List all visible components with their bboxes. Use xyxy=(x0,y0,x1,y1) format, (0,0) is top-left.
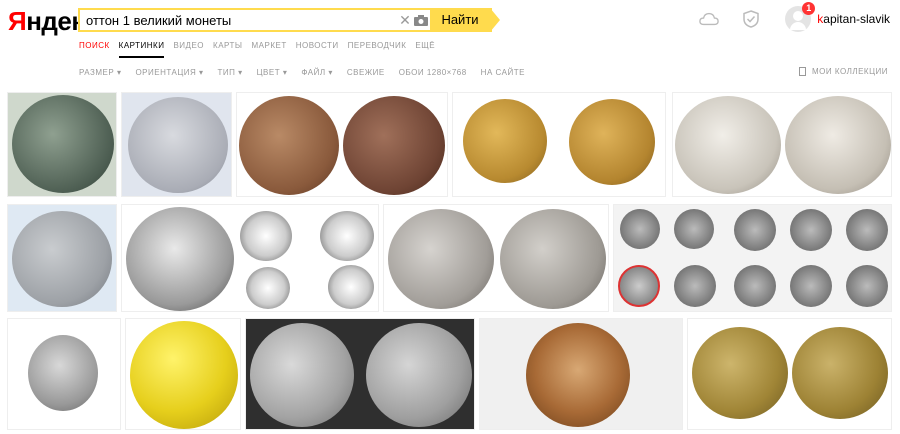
coin-image xyxy=(674,265,716,307)
coin-image xyxy=(734,265,776,307)
service-nav: ПОИСК КАРТИНКИ ВИДЕО КАРТЫ МАРКЕТ НОВОСТ… xyxy=(79,41,444,58)
image-result[interactable] xyxy=(121,204,379,312)
filter-file[interactable]: ФАЙЛ ▾ xyxy=(301,68,332,77)
filter-size[interactable]: РАЗМЕР ▾ xyxy=(79,68,121,77)
nav-search[interactable]: ПОИСК xyxy=(79,41,110,58)
coin-image xyxy=(250,323,354,427)
coin-image xyxy=(846,265,888,307)
camera-icon[interactable] xyxy=(412,10,430,30)
clear-icon[interactable]: ✕ xyxy=(398,10,412,30)
search-bar: оттон 1 великий монеты ✕ Найти xyxy=(78,8,500,32)
image-result[interactable] xyxy=(7,318,121,430)
image-result[interactable] xyxy=(672,92,892,197)
nav-news[interactable]: НОВОСТИ xyxy=(296,41,339,58)
coin-image xyxy=(500,209,606,309)
my-collections[interactable]: МОИ КОЛЛЕКЦИИ xyxy=(799,67,888,76)
coin-image xyxy=(240,211,292,261)
coin-image xyxy=(320,211,374,261)
image-result[interactable] xyxy=(236,92,448,197)
coin-image xyxy=(328,265,374,309)
image-result[interactable] xyxy=(383,204,609,312)
coin-image xyxy=(343,96,445,195)
coin-image xyxy=(388,209,494,309)
coin-image xyxy=(526,323,630,427)
weather-icon[interactable] xyxy=(699,9,720,29)
nav-translator[interactable]: ПЕРЕВОДЧИК xyxy=(348,41,407,58)
coin-image xyxy=(620,209,660,249)
image-result[interactable] xyxy=(7,204,117,312)
image-result[interactable] xyxy=(125,318,241,430)
search-input[interactable]: оттон 1 великий монеты xyxy=(80,10,398,30)
image-result[interactable] xyxy=(687,318,892,430)
image-result[interactable] xyxy=(245,318,475,430)
coin-image xyxy=(246,267,290,309)
image-result[interactable] xyxy=(7,92,117,197)
header-right: 1 kapitan-slavik xyxy=(677,2,890,32)
avatar[interactable]: 1 xyxy=(785,2,816,32)
image-result[interactable] xyxy=(613,204,892,312)
nav-images[interactable]: КАРТИНКИ xyxy=(118,41,165,58)
coin-image xyxy=(790,209,832,251)
coin-image xyxy=(128,97,228,193)
coin-image xyxy=(12,211,112,307)
filter-type[interactable]: ТИП ▾ xyxy=(218,68,243,77)
filter-color[interactable]: ЦВЕТ ▾ xyxy=(257,68,288,77)
image-result[interactable] xyxy=(452,92,666,197)
coin-image xyxy=(130,321,238,429)
username[interactable]: kapitan-slavik xyxy=(817,12,890,26)
image-result[interactable] xyxy=(479,318,683,430)
coin-image xyxy=(618,265,660,307)
bookmark-icon xyxy=(799,67,807,76)
nav-market[interactable]: МАРКЕТ xyxy=(251,41,286,58)
coin-image xyxy=(734,209,776,251)
coin-image xyxy=(790,265,832,307)
coin-image xyxy=(569,99,655,185)
coin-image xyxy=(792,327,888,419)
coin-image xyxy=(785,96,891,194)
coin-image xyxy=(126,207,234,311)
coin-image xyxy=(28,335,98,411)
filter-on-site[interactable]: НА САЙТЕ xyxy=(481,68,525,77)
coin-image xyxy=(692,327,788,419)
notification-badge: 1 xyxy=(802,2,816,15)
username-rest: apitan-slavik xyxy=(823,12,890,26)
search-button[interactable]: Найти xyxy=(430,8,500,32)
coin-image xyxy=(239,96,339,195)
coin-image xyxy=(846,209,888,251)
nav-maps[interactable]: КАРТЫ xyxy=(213,41,242,58)
coin-image xyxy=(366,323,472,427)
coin-image xyxy=(675,96,781,194)
coin-image xyxy=(12,95,114,193)
filter-fresh[interactable]: СВЕЖИЕ xyxy=(347,68,385,77)
filter-wallpaper[interactable]: ОБОИ 1280×768 xyxy=(399,68,467,77)
nav-more[interactable]: ЕЩЁ xyxy=(415,41,435,58)
filters-bar: РАЗМЕР ▾ ОРИЕНТАЦИЯ ▾ ТИП ▾ ЦВЕТ ▾ ФАЙЛ … xyxy=(79,68,539,77)
coin-image xyxy=(463,99,547,183)
logo-first-letter: Я xyxy=(8,6,27,36)
collections-label: МОИ КОЛЛЕКЦИИ xyxy=(812,67,888,76)
shield-icon[interactable] xyxy=(741,9,761,29)
filter-orientation[interactable]: ОРИЕНТАЦИЯ ▾ xyxy=(135,68,203,77)
nav-video[interactable]: ВИДЕО xyxy=(173,41,204,58)
coin-image xyxy=(674,209,714,249)
image-result[interactable] xyxy=(121,92,232,197)
